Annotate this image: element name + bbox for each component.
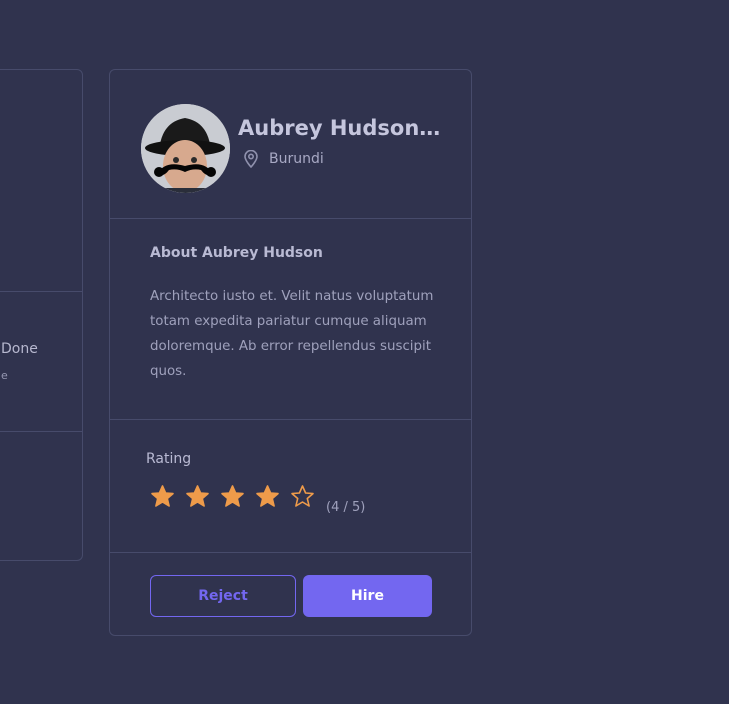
divider bbox=[110, 218, 471, 219]
hire-button[interactable]: Hire bbox=[303, 575, 432, 617]
adjacent-card-subtext: e bbox=[1, 369, 8, 382]
candidate-location: Burundi bbox=[269, 151, 324, 167]
candidate-name: Aubrey Hudson S… bbox=[238, 116, 443, 140]
rating-label: Rating bbox=[146, 451, 192, 467]
adjacent-card-text: Done bbox=[1, 341, 38, 357]
star-filled-icon[interactable] bbox=[220, 484, 245, 509]
rating-stars[interactable] bbox=[150, 484, 315, 509]
divider bbox=[0, 291, 82, 292]
candidate-card: Aubrey Hudson S… Burundi About Aubrey Hu… bbox=[109, 69, 472, 636]
adjacent-card: Done e bbox=[0, 69, 83, 561]
avatar bbox=[141, 104, 230, 193]
star-filled-icon[interactable] bbox=[185, 484, 210, 509]
rating-count: (4 / 5) bbox=[326, 500, 366, 515]
reject-button[interactable]: Reject bbox=[150, 575, 296, 617]
avatar-image bbox=[141, 104, 230, 193]
star-outline-icon[interactable] bbox=[290, 484, 315, 509]
divider bbox=[0, 431, 82, 432]
star-filled-icon[interactable] bbox=[255, 484, 280, 509]
divider bbox=[110, 552, 471, 553]
about-title: About Aubrey Hudson bbox=[150, 245, 323, 261]
map-pin-icon bbox=[244, 150, 258, 168]
divider bbox=[110, 419, 471, 420]
star-filled-icon[interactable] bbox=[150, 484, 175, 509]
about-text: Architecto iusto et. Velit natus volupta… bbox=[150, 289, 434, 379]
